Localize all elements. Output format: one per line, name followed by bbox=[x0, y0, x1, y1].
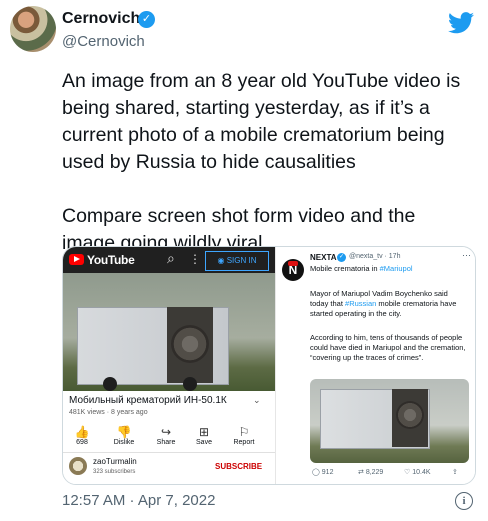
tweet-paragraph: An image from an 8 year old YouTube vide… bbox=[62, 70, 461, 173]
thumbs-down-icon: 👎 bbox=[116, 425, 132, 439]
headline-text: Mobile crematoria in bbox=[310, 264, 378, 273]
retweet-icon: ⇄ bbox=[358, 469, 366, 476]
kebab-menu-icon: ⋮ bbox=[189, 252, 201, 266]
share-action: ↪ Share bbox=[149, 425, 183, 446]
subscribe-button: SUBSCRIBE bbox=[215, 462, 263, 471]
video-title: Мобильный крематорий ИН-50.1К bbox=[69, 395, 227, 406]
channel-name: zaoTurmalin bbox=[93, 457, 137, 466]
share-icon: ⇪ bbox=[452, 469, 458, 476]
like-count: ♡ 10.4K bbox=[404, 468, 431, 476]
action-label: Save bbox=[196, 439, 212, 446]
youtube-signin-button: ◉ SIGN IN bbox=[205, 251, 269, 271]
heart-icon: ♡ bbox=[404, 469, 413, 476]
crematorium-cylinder bbox=[396, 401, 424, 429]
twitter-bird-icon[interactable] bbox=[448, 12, 474, 34]
info-icon[interactable]: i bbox=[455, 492, 473, 510]
more-icon: ⋯ bbox=[462, 250, 471, 260]
report-action: ⚐ Report bbox=[227, 425, 261, 446]
chevron-down-icon: ⌄ bbox=[253, 395, 261, 405]
action-label: Dislike bbox=[113, 439, 135, 446]
truck-wheel bbox=[103, 377, 117, 391]
author-name[interactable]: Cernovich bbox=[62, 10, 140, 28]
tweet-timestamp[interactable]: 12:57 AM · Apr 7, 2022 bbox=[62, 492, 215, 509]
playlist-add-icon: ⊞ bbox=[198, 425, 210, 439]
nexta-attached-photo bbox=[310, 379, 469, 463]
signin-label: SIGN IN bbox=[226, 256, 257, 265]
subscriber-count: 323 subscribers bbox=[93, 469, 136, 475]
nexta-name: NEXTA bbox=[310, 253, 337, 262]
youtube-play-icon bbox=[74, 256, 80, 262]
nexta-headline: Mobile crematoria in #Mariupol bbox=[310, 264, 468, 274]
user-circle-icon: ◉ bbox=[217, 256, 227, 265]
channel-avatar bbox=[69, 457, 87, 475]
stat-value: 912 bbox=[321, 469, 334, 476]
nexta-logo: N bbox=[282, 259, 304, 281]
like-action: 👍 698 bbox=[65, 425, 99, 446]
youtube-logo-text: YouTube bbox=[87, 253, 135, 267]
reply-count: ◯ 912 bbox=[312, 468, 333, 476]
stat-value: 10.4K bbox=[412, 469, 431, 476]
nexta-handle: @nexta_tv · 17h bbox=[349, 253, 401, 260]
reply-icon: ◯ bbox=[312, 469, 322, 476]
video-meta: 481K views · 8 years ago bbox=[69, 409, 148, 416]
hashtag-link: #Mariupol bbox=[379, 264, 413, 273]
dislike-action: 👎 Dislike bbox=[107, 425, 141, 446]
stat-value: 8,229 bbox=[365, 469, 384, 476]
hashtag-link: #Russian bbox=[345, 299, 377, 308]
tweet-media-image[interactable]: YouTube ⌕ ⋮ ◉ SIGN IN Мобильный крематор… bbox=[62, 246, 476, 485]
video-thumbnail bbox=[63, 273, 275, 391]
nexta-paragraph: Mayor of Mariupol Vadim Boychenko said t… bbox=[310, 289, 468, 319]
youtube-screenshot: YouTube ⌕ ⋮ ◉ SIGN IN Мобильный крематор… bbox=[63, 247, 276, 484]
retweet-count: ⇄ 8,229 bbox=[358, 468, 383, 476]
thumbs-up-icon: 👍 bbox=[74, 425, 90, 439]
divider bbox=[63, 452, 275, 453]
search-icon: ⌕ bbox=[167, 250, 175, 266]
nexta-paragraph: According to him, tens of thousands of p… bbox=[310, 333, 466, 362]
save-action: ⊞ Save bbox=[187, 425, 221, 446]
nexta-tweet-screenshot: N NEXTA ✓ @nexta_tv · 17h ⋯ Mobile crema… bbox=[276, 247, 475, 484]
verified-badge-icon: ✓ bbox=[138, 11, 155, 28]
flag-icon: ⚐ bbox=[238, 425, 250, 439]
verified-badge-icon: ✓ bbox=[337, 253, 346, 262]
action-label: Share bbox=[156, 439, 176, 446]
crematorium-cylinder bbox=[171, 325, 209, 363]
action-label: 698 bbox=[76, 439, 88, 446]
share-icon: ↪ bbox=[160, 425, 172, 439]
action-label: Report bbox=[233, 439, 255, 446]
author-avatar[interactable] bbox=[10, 6, 56, 52]
truck-wheel bbox=[183, 377, 197, 391]
author-handle[interactable]: @Cernovich bbox=[62, 33, 145, 50]
